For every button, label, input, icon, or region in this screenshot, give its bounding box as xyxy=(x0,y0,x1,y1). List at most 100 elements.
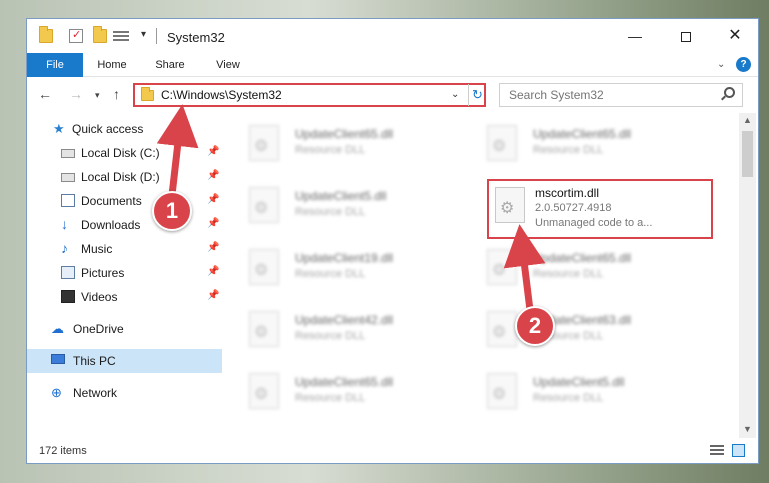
file-name: mscortim.dll xyxy=(535,186,600,200)
window-title: System32 xyxy=(167,30,225,45)
ribbon-tabs: File Home Share View ⌄ ? xyxy=(27,53,758,77)
file-description: Resource DLL xyxy=(295,268,366,280)
music-icon: ♪ xyxy=(61,240,68,256)
navigation-bar: ← → ▾ ↑ C:\Windows\System32 ⌄ ↻ xyxy=(27,78,758,112)
tab-share[interactable]: Share xyxy=(145,53,195,77)
sidebar-item-label: OneDrive xyxy=(73,322,124,336)
sidebar-item-local-disk-d[interactable]: Local Disk (D:) 📌 xyxy=(27,165,222,189)
tiles-view-icon[interactable] xyxy=(732,444,745,457)
file-description: Resource DLL xyxy=(295,392,366,404)
sidebar-item-local-disk-c[interactable]: Local Disk (C:) 📌 xyxy=(27,141,222,165)
navigation-pane: ★ Quick access Local Disk (C:) 📌 Local D… xyxy=(27,113,222,438)
file-description: Resource DLL xyxy=(533,144,604,156)
pin-icon: 📌 xyxy=(207,170,220,181)
file-description: Resource DLL xyxy=(295,330,366,342)
scroll-down-icon[interactable]: ▼ xyxy=(743,424,752,434)
file-item[interactable]: UpdateClient5.dll Resource DLL xyxy=(227,179,457,231)
sidebar-item-network[interactable]: ⊕ Network xyxy=(27,381,222,405)
item-count: 172 items xyxy=(39,445,87,457)
sidebar-item-pictures[interactable]: Pictures 📌 xyxy=(27,261,222,285)
cloud-icon: ☁ xyxy=(51,321,64,336)
drive-icon xyxy=(61,173,75,182)
sidebar-item-this-pc[interactable]: This PC xyxy=(27,349,222,373)
pin-icon: 📌 xyxy=(207,290,220,301)
file-item[interactable]: UpdateClient65.dll Resource DLL xyxy=(227,117,457,169)
address-dropdown-icon[interactable]: ⌄ xyxy=(451,89,459,100)
file-item[interactable]: UpdateClient63.dll Resource DLL xyxy=(465,303,695,355)
file-item-mscortim[interactable]: mscortim.dll 2.0.50727.4918 Unmanaged co… xyxy=(487,179,713,239)
address-path[interactable]: C:\Windows\System32 xyxy=(161,88,282,102)
file-description: Resource DLL xyxy=(533,268,604,280)
file-item[interactable]: UpdateClient19.dll Resource DLL xyxy=(227,241,457,293)
explorer-window: ▾ System32 — ✕ File Home Share View ⌄ ? … xyxy=(26,18,759,464)
maximize-button[interactable] xyxy=(663,19,709,53)
search-box[interactable] xyxy=(499,83,743,107)
file-version: 2.0.50727.4918 xyxy=(535,202,612,214)
sidebar-item-label: Quick access xyxy=(72,122,144,136)
dll-file-icon xyxy=(487,249,517,285)
vertical-scrollbar[interactable]: ▲ ▼ xyxy=(739,113,756,438)
sidebar-item-downloads[interactable]: ↓ Downloads 📌 xyxy=(27,213,222,237)
file-list: UpdateClient65.dll Resource DLL UpdateCl… xyxy=(227,113,739,438)
forward-button[interactable]: → xyxy=(69,86,83,102)
folder-icon xyxy=(141,87,154,101)
pin-icon: 📌 xyxy=(207,194,220,205)
minimize-button[interactable]: — xyxy=(612,19,658,53)
dll-file-icon xyxy=(487,311,517,347)
file-name: UpdateClient42.dll xyxy=(295,313,394,327)
expand-ribbon-icon[interactable]: ⌄ xyxy=(717,59,725,70)
videos-icon xyxy=(61,290,75,303)
sidebar-item-music[interactable]: ♪ Music 📌 xyxy=(27,237,222,261)
address-bar[interactable]: C:\Windows\System32 ⌄ ↻ xyxy=(133,83,486,107)
properties-icon[interactable] xyxy=(69,28,83,43)
file-item[interactable]: UpdateClient42.dll Resource DLL xyxy=(227,303,457,355)
search-icon[interactable] xyxy=(724,87,735,98)
tab-home[interactable]: Home xyxy=(87,53,137,77)
sidebar-item-onedrive[interactable]: ☁ OneDrive xyxy=(27,317,222,341)
folder-icon xyxy=(39,26,53,43)
tab-file[interactable]: File xyxy=(27,53,83,77)
sidebar-item-label: Music xyxy=(81,242,113,256)
sidebar-item-label: Videos xyxy=(81,290,118,304)
file-name: UpdateClient19.dll xyxy=(295,251,394,265)
sidebar-item-quick-access[interactable]: ★ Quick access xyxy=(27,117,222,141)
sidebar-item-label: Local Disk (D:) xyxy=(81,170,160,184)
quick-access-toolbar-dropdown[interactable]: ▾ xyxy=(141,29,146,40)
pictures-icon xyxy=(61,266,75,279)
close-button[interactable]: ✕ xyxy=(712,19,758,53)
new-folder-icon[interactable] xyxy=(93,26,107,43)
drive-icon xyxy=(61,149,75,158)
sidebar-item-label: Pictures xyxy=(81,266,125,280)
file-item[interactable]: UpdateClient65.dll Resource DLL xyxy=(227,365,457,417)
sidebar-item-label: Network xyxy=(73,386,118,400)
dll-file-icon xyxy=(249,311,279,347)
dll-file-icon xyxy=(487,373,517,409)
dll-file-icon xyxy=(249,373,279,409)
sidebar-item-documents[interactable]: Documents 📌 xyxy=(27,189,222,213)
documents-icon xyxy=(61,194,75,207)
dll-file-icon xyxy=(487,125,517,161)
view-options-icon[interactable] xyxy=(113,29,129,43)
back-button[interactable]: ← xyxy=(38,86,52,102)
maximize-icon xyxy=(681,32,691,43)
pin-icon: 📌 xyxy=(207,146,220,157)
scroll-up-icon[interactable]: ▲ xyxy=(743,115,752,125)
details-view-icon[interactable] xyxy=(710,445,724,456)
step-2-callout: 2 xyxy=(515,306,555,346)
sidebar-item-label: Documents xyxy=(81,194,142,208)
search-input[interactable] xyxy=(500,84,718,106)
scroll-thumb[interactable] xyxy=(742,131,753,177)
pin-icon: 📌 xyxy=(207,242,220,253)
tab-view[interactable]: View xyxy=(205,53,251,77)
up-button[interactable]: ↑ xyxy=(113,86,120,102)
refresh-button[interactable]: ↻ xyxy=(468,84,486,106)
help-icon[interactable]: ? xyxy=(736,57,751,72)
sidebar-item-videos[interactable]: Videos 📌 xyxy=(27,285,222,309)
sidebar-item-label: Downloads xyxy=(81,218,141,232)
file-description: Unmanaged code to a... xyxy=(535,217,653,229)
file-description: Resource DLL xyxy=(295,206,366,218)
file-item[interactable]: UpdateClient65.dll Resource DLL xyxy=(465,117,695,169)
file-item[interactable]: UpdateClient5.dll Resource DLL xyxy=(465,365,695,417)
file-item[interactable]: UpdateClient65.dll Resource DLL xyxy=(465,241,695,293)
recent-locations-button[interactable]: ▾ xyxy=(95,90,100,101)
